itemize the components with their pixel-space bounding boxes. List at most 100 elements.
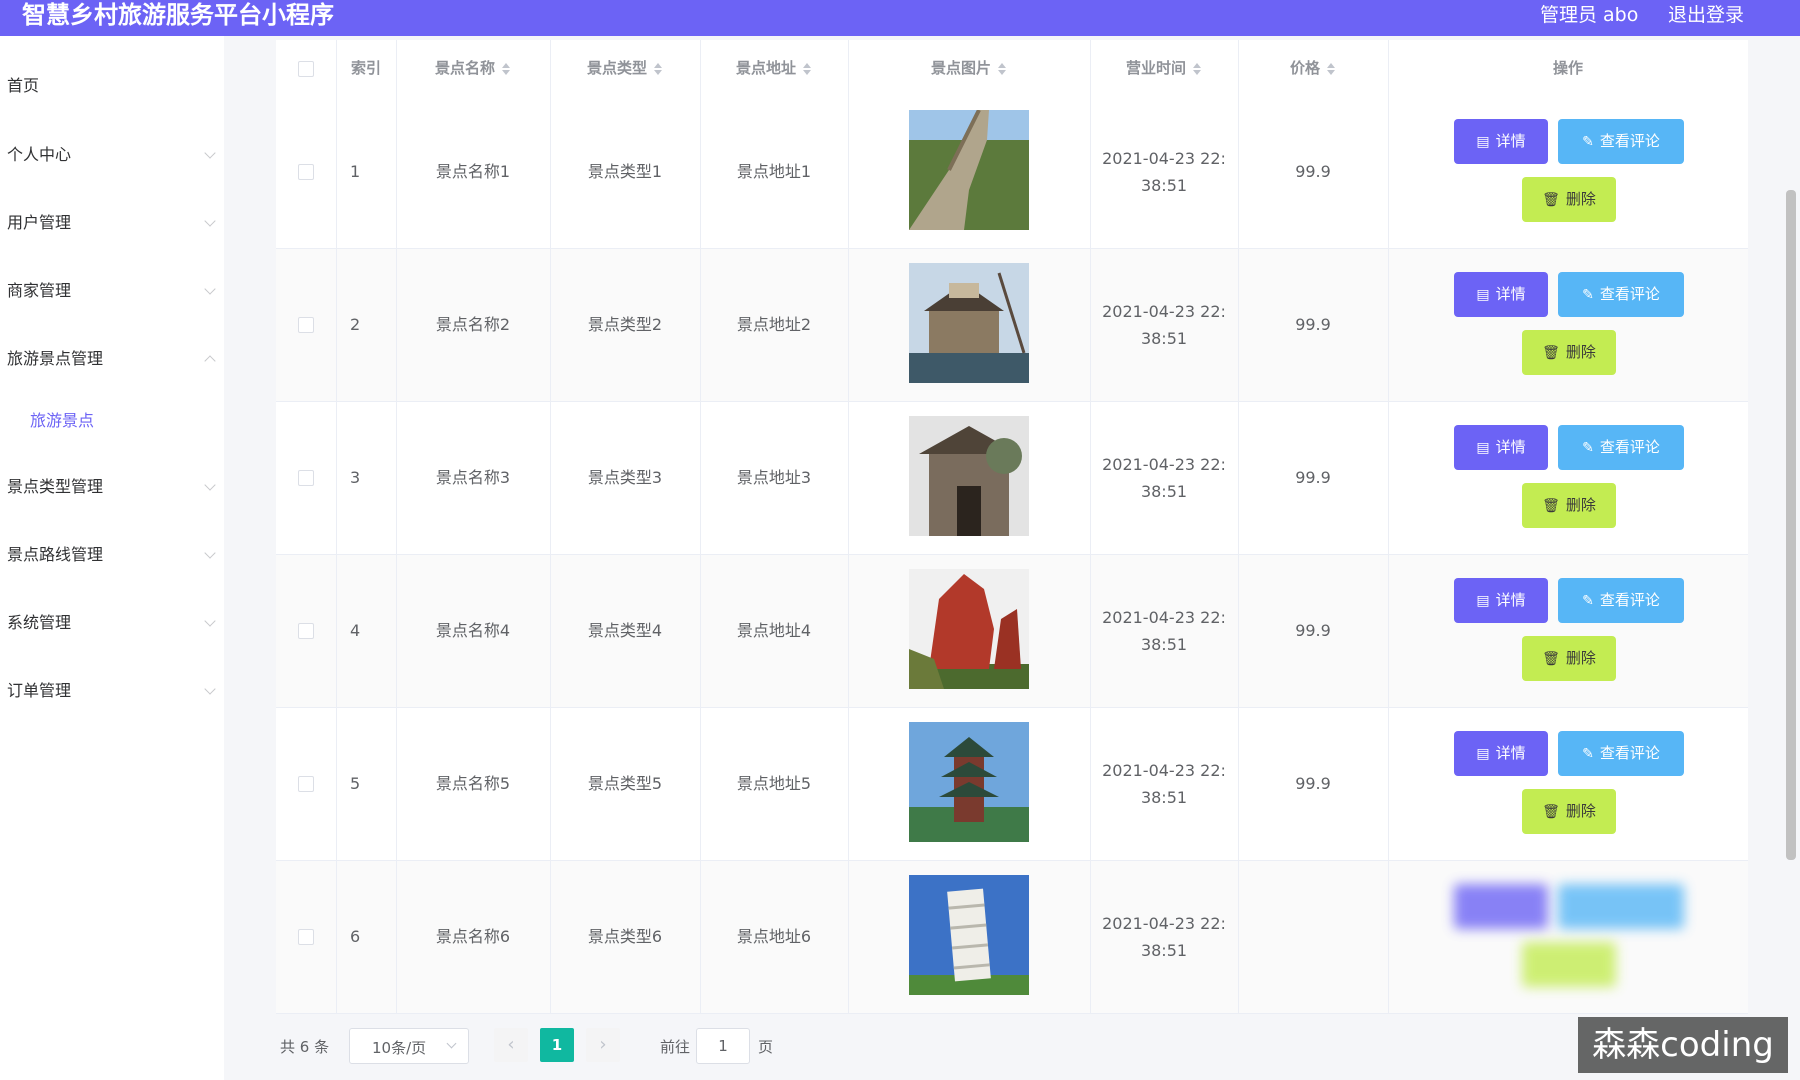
column-header-name[interactable]: 景点名称	[396, 40, 550, 96]
detail-button[interactable]: ▤ 详情	[1454, 731, 1548, 776]
sidebar-item-label: 系统管理	[7, 613, 72, 632]
sidebar-item-order-management[interactable]: 订单管理	[0, 673, 224, 709]
delete-button[interactable]: 🗑 删除	[1522, 483, 1616, 528]
column-header-price[interactable]: 价格	[1238, 40, 1388, 96]
sidebar-item-system-management[interactable]: 系统管理	[0, 605, 224, 641]
column-header-address[interactable]: 景点地址	[700, 40, 848, 96]
detail-button[interactable]: ▤ 详情	[1454, 119, 1548, 164]
sidebar-item-route-management[interactable]: 景点路线管理	[0, 537, 224, 573]
view-reviews-button[interactable]: ✎ 查看评论	[1558, 119, 1684, 164]
total-count: 共 6 条	[280, 1038, 330, 1056]
vertical-scrollbar[interactable]	[1786, 190, 1796, 860]
row-index: 2	[350, 315, 361, 334]
select-all-checkbox[interactable]	[298, 61, 314, 77]
row-checkbox[interactable]	[298, 623, 314, 639]
opening-hours: 2021-04-23 22: 38:51	[1102, 302, 1226, 348]
great-wall-photo	[909, 110, 1029, 230]
sidebar-item-merchant-management[interactable]: 商家管理	[0, 273, 224, 309]
next-page-button[interactable]: ›	[586, 1028, 620, 1062]
page-size-select[interactable]: 10条/页	[349, 1028, 469, 1064]
edit-icon: ✎	[1582, 593, 1594, 609]
delete-button[interactable]: 🗑 删除	[1522, 330, 1616, 375]
row-checkbox[interactable]	[298, 317, 314, 333]
chevron-down-icon	[204, 615, 216, 627]
edit-icon: ✎	[1582, 287, 1594, 303]
sidebar-item-user-management[interactable]: 用户管理	[0, 205, 224, 241]
row-index: 6	[350, 927, 361, 946]
stone-archway-photo	[909, 416, 1029, 536]
chevron-left-icon: ‹	[507, 1034, 515, 1055]
chevron-down-icon	[446, 1038, 457, 1049]
row-checkbox[interactable]	[298, 929, 314, 945]
trash-icon: 🗑	[1542, 345, 1560, 361]
column-header-image[interactable]: 景点图片	[848, 40, 1090, 96]
detail-button[interactable]: ▤ 详情	[1454, 578, 1548, 623]
view-reviews-button[interactable]: ✎ 查看评论	[1558, 425, 1684, 470]
edit-icon: ✎	[1582, 134, 1594, 150]
table-row: 2 景点名称2 景点类型2 景点地址2 2021-04-23 22: 38:51 …	[276, 249, 1748, 402]
prev-page-button[interactable]: ‹	[494, 1028, 528, 1062]
table-row: 3 景点名称3 景点类型3 景点地址3 2021-04-23 22: 38:51 …	[276, 402, 1748, 555]
lakeside-pavilion-photo	[909, 263, 1029, 383]
current-page[interactable]: 1	[540, 1028, 574, 1062]
sidebar-item-personal-center[interactable]: 个人中心	[0, 137, 224, 173]
detail-button[interactable]: ▤ 详情	[1454, 425, 1548, 470]
logout-link[interactable]: 退出登录	[1668, 4, 1744, 26]
attraction-name: 景点名称6	[435, 927, 511, 946]
sort-icon[interactable]	[653, 62, 663, 76]
opening-hours: 2021-04-23 22: 38:51	[1102, 455, 1226, 501]
document-icon: ▤	[1476, 440, 1490, 456]
goto-page-input[interactable]: 1	[696, 1028, 750, 1064]
watermark: 森森coding	[1578, 1017, 1788, 1073]
document-icon: ▤	[1476, 287, 1490, 303]
column-header-type[interactable]: 景点类型	[550, 40, 700, 96]
edit-icon: ✎	[1582, 746, 1594, 762]
pagination: 共 6 条 10条/页 ‹ 1 › 前往 1 页	[276, 1026, 1076, 1066]
opening-hours: 2021-04-23 22: 38:51	[1102, 914, 1226, 960]
table-row: 1 景点名称1 景点类型1 景点地址1 2021-04-23 22: 38:51 …	[276, 96, 1748, 249]
attraction-name: 景点名称3	[435, 468, 511, 487]
delete-button[interactable]: 🗑 删除	[1522, 789, 1616, 834]
attraction-address: 景点地址4	[736, 621, 812, 640]
column-header-hours[interactable]: 营业时间	[1090, 40, 1238, 96]
attraction-address: 景点地址3	[736, 468, 812, 487]
sort-icon[interactable]	[501, 62, 511, 76]
view-reviews-button[interactable]: ✎ 查看评论	[1558, 578, 1684, 623]
table-header: 索引 景点名称 景点类型 景点地址 景点图片 营业时间 价格 操作	[276, 40, 1748, 97]
pagoda-tower-photo	[909, 722, 1029, 842]
view-reviews-button[interactable]: ✎ 查看评论	[1558, 731, 1684, 776]
sort-icon[interactable]	[1192, 62, 1202, 76]
row-checkbox[interactable]	[298, 164, 314, 180]
row-checkbox[interactable]	[298, 470, 314, 486]
sidebar-item-label: 景点路线管理	[7, 545, 104, 564]
delete-button[interactable]	[1522, 942, 1616, 987]
detail-button[interactable]: ▤ 详情	[1454, 272, 1548, 317]
document-icon: ▤	[1476, 746, 1490, 762]
price	[1238, 861, 1388, 1013]
sidebar-item-attraction-management[interactable]: 旅游景点管理	[0, 341, 224, 377]
document-icon: ▤	[1476, 593, 1490, 609]
attraction-type: 景点类型6	[587, 927, 663, 946]
sidebar-item-attraction-type-management[interactable]: 景点类型管理	[0, 469, 224, 505]
sidebar-item-label: 用户管理	[7, 213, 72, 232]
attraction-address: 景点地址1	[736, 162, 812, 181]
sidebar-item-home[interactable]: 首页	[0, 68, 224, 104]
detail-button[interactable]	[1454, 884, 1548, 929]
row-checkbox[interactable]	[298, 776, 314, 792]
view-reviews-button[interactable]: ✎ 查看评论	[1558, 272, 1684, 317]
row-index: 4	[350, 621, 361, 640]
trash-icon: 🗑	[1542, 804, 1560, 820]
sidebar-item-label: 商家管理	[7, 281, 72, 300]
sort-icon[interactable]	[1326, 62, 1336, 76]
delete-button[interactable]: 🗑 删除	[1522, 636, 1616, 681]
column-header-index: 索引	[350, 59, 381, 77]
sidebar-item-label: 个人中心	[7, 145, 72, 164]
sort-icon[interactable]	[997, 62, 1007, 76]
delete-button[interactable]: 🗑 删除	[1522, 177, 1616, 222]
sidebar-item-attractions[interactable]: 旅游景点	[0, 403, 224, 439]
chevron-down-icon	[204, 683, 216, 695]
sort-icon[interactable]	[802, 62, 812, 76]
view-reviews-button[interactable]	[1558, 884, 1684, 929]
price: 99.9	[1295, 774, 1331, 793]
attraction-type: 景点类型2	[587, 315, 663, 334]
